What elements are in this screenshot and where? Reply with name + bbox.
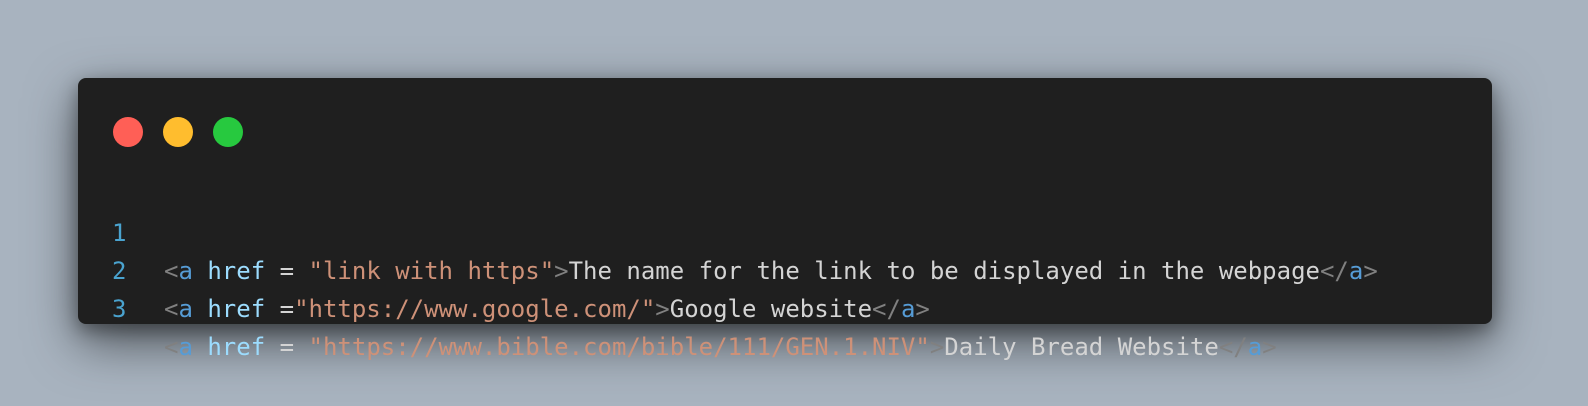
attribute-value: "https://www.google.com/" (294, 295, 656, 323)
close-bracket: > (655, 295, 670, 323)
end-open-bracket: </ (1218, 333, 1248, 361)
equals-operator: = (265, 295, 295, 323)
end-tag-name: a (900, 295, 916, 323)
tag-name: a (178, 333, 193, 361)
code-line-2: 2 <a href ="https://www.google.com/">Goo… (78, 214, 1492, 323)
end-open-bracket: </ (872, 295, 901, 323)
line-content: <a href = "https://www.bible.com/bible/1… (164, 328, 1277, 366)
code-line-1: 1 <a href = "link with https">The name f… (78, 176, 1492, 285)
open-bracket: < (164, 295, 179, 323)
line-content: <a href ="https://www.google.com/">Googl… (164, 290, 930, 328)
open-bracket: < (164, 333, 179, 361)
line-number: 3 (112, 295, 127, 323)
attribute-name: href (192, 295, 266, 323)
tag-name: a (178, 295, 193, 323)
end-close-bracket: > (1262, 333, 1277, 361)
code-window: 1 <a href = "link with https">The name f… (78, 78, 1492, 361)
close-icon[interactable] (113, 117, 143, 147)
minimize-icon[interactable] (163, 117, 193, 147)
link-text: Daily Bread Website (944, 333, 1219, 361)
attribute-value: "https://www.bible.com/bible/111/GEN.1.N… (308, 333, 930, 361)
maximize-icon[interactable] (213, 117, 243, 147)
end-close-bracket: > (915, 295, 930, 323)
window-controls (113, 117, 243, 147)
attribute-name: href (192, 333, 266, 361)
equals-operator: = (265, 333, 309, 361)
code-line-3: 3 <a href = "https://www.bible.com/bible… (78, 252, 1492, 361)
end-tag-name: a (1247, 333, 1263, 361)
link-text: Google website (669, 295, 873, 323)
close-bracket: > (929, 333, 945, 361)
code-block: 1 <a href = "link with https">The name f… (78, 176, 1492, 361)
